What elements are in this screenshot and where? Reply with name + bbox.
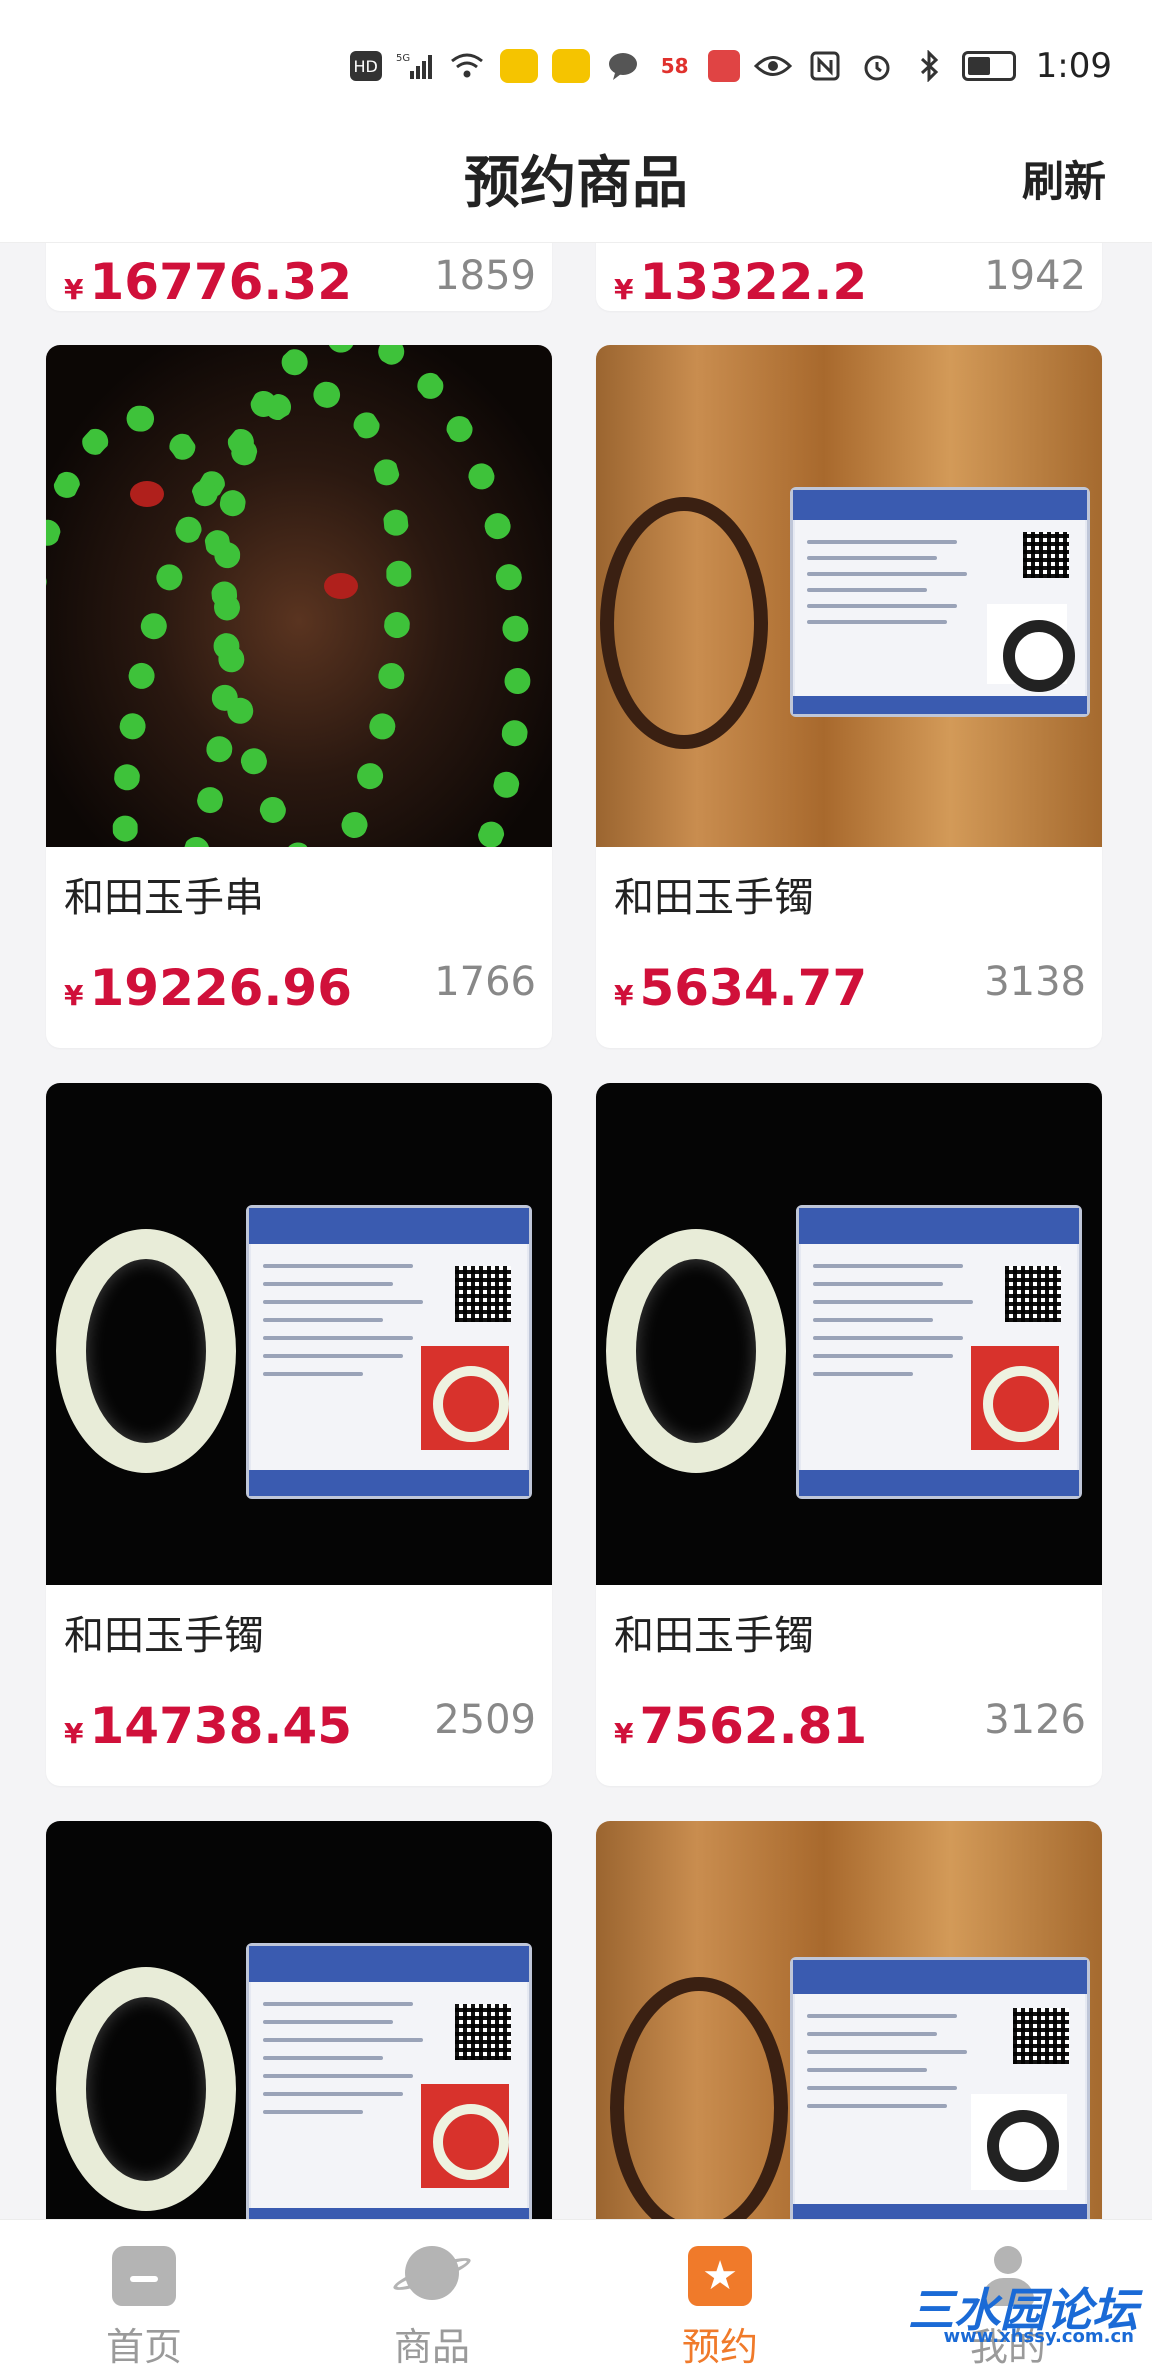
bangle xyxy=(610,1977,788,2219)
bangle xyxy=(56,1229,236,1473)
product-image[interactable] xyxy=(596,345,1102,847)
page-title: 预约商品 xyxy=(464,151,688,216)
message-icon xyxy=(604,49,642,83)
weibo-icon-2 xyxy=(551,49,590,83)
hd-icon: HD xyxy=(349,51,382,81)
product-image[interactable] xyxy=(596,1821,1102,2219)
tab-label: 商品 xyxy=(393,2325,470,2369)
product-card[interactable] xyxy=(596,1821,1102,2219)
product-image[interactable] xyxy=(596,1083,1102,1585)
product-count: 1766 xyxy=(434,959,536,1005)
product-count: 1942 xyxy=(984,253,1086,299)
product-count: 1859 xyxy=(434,253,536,299)
clock: 1:09 xyxy=(1035,46,1112,86)
refresh-button[interactable]: 刷新 xyxy=(1022,148,1106,209)
bangle xyxy=(600,497,768,749)
wifi-icon xyxy=(448,49,486,83)
product-image[interactable] xyxy=(46,1083,552,1585)
app-header: 预约商品 刷新 xyxy=(0,130,1152,243)
app-58-icon: 58 xyxy=(660,54,689,78)
product-price: ¥14738.45 xyxy=(64,1697,353,1755)
tab-products[interactable]: 商品 xyxy=(288,2220,576,2377)
tab-label: 首页 xyxy=(105,2325,182,2369)
tab-home[interactable]: 首页 xyxy=(0,2220,288,2377)
product-card[interactable]: ¥13322.2 1942 xyxy=(596,243,1102,311)
product-card[interactable]: ¥16776.32 1859 xyxy=(46,243,552,311)
svg-text:5G: 5G xyxy=(396,53,410,64)
status-bar: HD 5G 58 1:09 xyxy=(0,0,1152,130)
product-name: 和田玉手镯 xyxy=(614,875,814,921)
product-price: ¥7562.81 xyxy=(614,1697,868,1755)
product-name: 和田玉手串 xyxy=(64,875,264,921)
bluetooth-icon xyxy=(910,49,948,83)
certificate xyxy=(790,1957,1090,2219)
weibo-icon xyxy=(499,49,538,83)
red-bead xyxy=(130,481,164,507)
bangle xyxy=(606,1229,786,1473)
eye-icon xyxy=(753,49,792,83)
star-bookmark-icon: ★ xyxy=(688,2246,752,2306)
product-name: 和田玉手镯 xyxy=(614,1613,814,1659)
product-card[interactable]: 和田玉手镯 ¥7562.81 3126 xyxy=(596,1083,1102,1786)
product-card[interactable]: 和田玉手串 ¥19226.96 1766 xyxy=(46,345,552,1048)
product-price: ¥19226.96 xyxy=(64,959,353,1017)
watermark-url: www.xhssy.com.cn xyxy=(943,2326,1134,2347)
nfc-icon xyxy=(806,49,844,83)
red-bead xyxy=(324,573,358,599)
product-image[interactable] xyxy=(46,345,552,847)
tab-reservation[interactable]: ★ 预约 xyxy=(576,2220,864,2377)
bangle xyxy=(56,1967,236,2211)
certificate xyxy=(790,487,1090,717)
product-image[interactable] xyxy=(46,1821,552,2219)
home-icon xyxy=(112,2246,176,2306)
product-count: 2509 xyxy=(434,1697,536,1743)
planet-icon xyxy=(405,2246,459,2300)
alarm-icon xyxy=(858,49,896,83)
certificate xyxy=(246,1943,532,2219)
product-grid[interactable]: ¥16776.32 1859 ¥13322.2 1942 和田玉手串 ¥1922… xyxy=(0,243,1152,2219)
product-count: 3138 xyxy=(984,959,1086,1005)
app-red-icon xyxy=(707,50,740,82)
certificate xyxy=(796,1205,1082,1499)
product-card[interactable]: 和田玉手镯 ¥5634.77 3138 xyxy=(596,345,1102,1048)
product-price: ¥13322.2 xyxy=(614,253,868,311)
signal-icon: 5G xyxy=(396,49,434,83)
tab-label: 预约 xyxy=(681,2325,758,2369)
product-name: 和田玉手镯 xyxy=(64,1613,264,1659)
product-card[interactable] xyxy=(46,1821,552,2219)
certificate xyxy=(246,1205,532,1499)
product-card[interactable]: 和田玉手镯 ¥14738.45 2509 xyxy=(46,1083,552,1786)
product-price: ¥5634.77 xyxy=(614,959,868,1017)
product-count: 3126 xyxy=(984,1697,1086,1743)
battery-icon xyxy=(961,51,1016,81)
status-icons: HD 5G 58 1:09 xyxy=(349,44,1112,88)
product-price: ¥16776.32 xyxy=(64,253,353,311)
